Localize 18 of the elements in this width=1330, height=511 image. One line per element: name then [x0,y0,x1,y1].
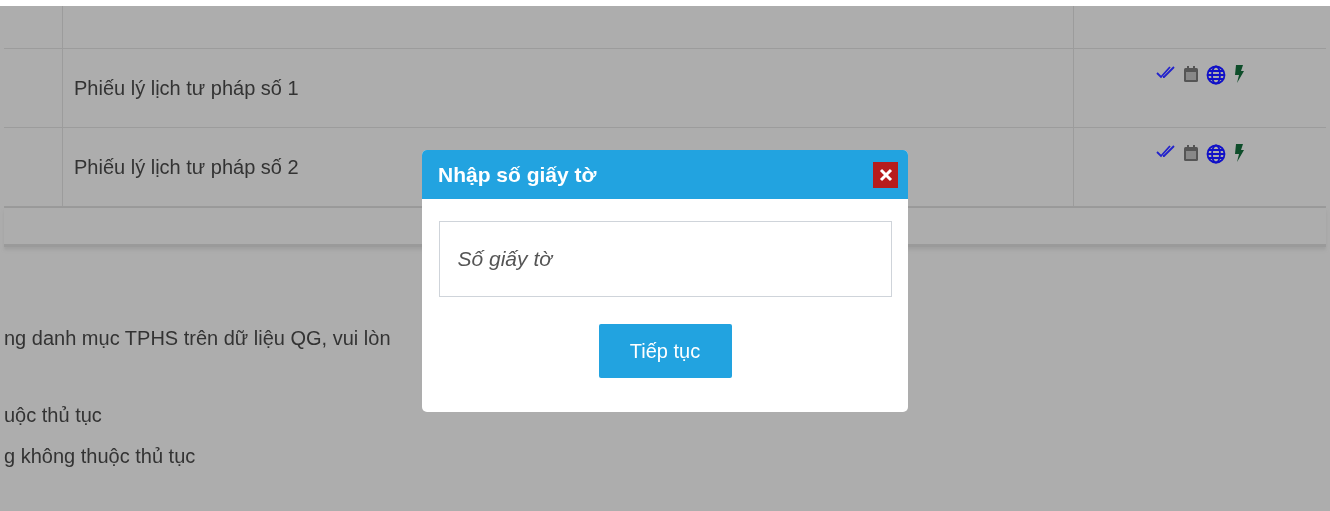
document-name: Phiếu lý lịch tư pháp số 2 [74,155,299,179]
document-name: Phiếu lý lịch tư pháp số 1 [74,76,299,100]
dialog-title: Nhập số giấy tờ [438,162,597,187]
note-text: g không thuộc thủ tục [4,445,197,469]
globe-icon [1205,144,1226,164]
close-icon [878,167,893,182]
lightning-icon [1232,65,1245,83]
lightning-icon [1232,144,1245,162]
continue-button[interactable]: Tiếp tục [598,324,732,378]
calendar-icon [1182,144,1199,162]
close-button[interactable] [873,161,898,188]
note-text: uộc thủ tục [4,404,103,428]
globe-icon [1205,65,1226,85]
document-number-field[interactable]: Số giấy tờ [438,221,892,297]
note-text: ng danh mục TPHS trên dữ liệu QG, vui lòn [4,327,392,351]
double-check-icon [1155,65,1176,79]
calendar-icon [1182,65,1199,83]
double-check-icon [1155,144,1176,158]
